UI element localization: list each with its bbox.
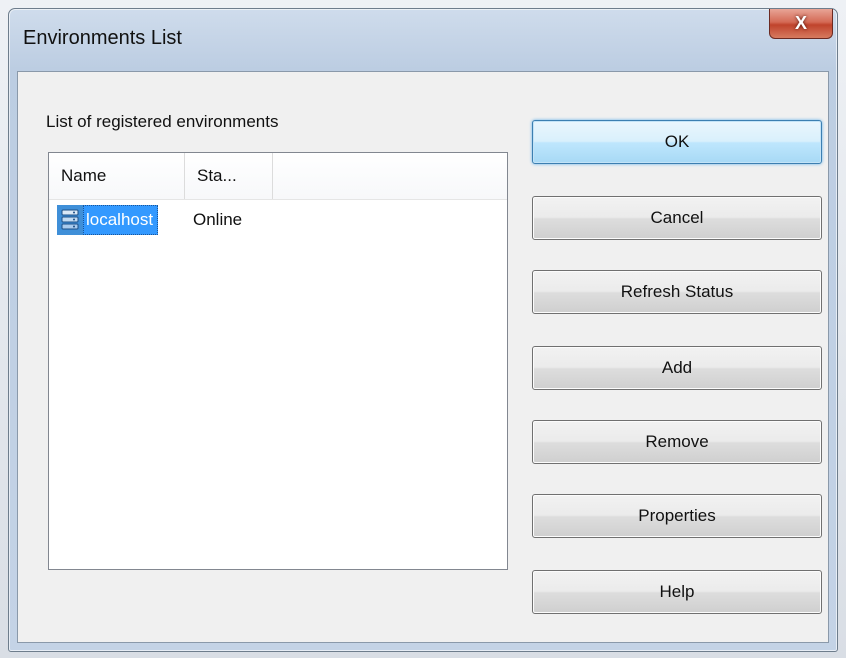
help-button[interactable]: Help [532, 570, 822, 614]
ok-button[interactable]: OK [532, 120, 822, 164]
window-title: Environments List [23, 27, 182, 49]
listview-header: Name Sta... [49, 153, 507, 200]
close-button[interactable]: X [769, 9, 833, 39]
remove-button[interactable]: Remove [532, 420, 822, 464]
environments-list-dialog: Environments List X List of registered e… [8, 8, 838, 652]
server-stack-icon [57, 205, 83, 235]
add-button[interactable]: Add [532, 346, 822, 390]
dialog-client-area: List of registered environments Name Sta… [17, 71, 829, 643]
column-header-filler [273, 153, 507, 199]
column-header-name[interactable]: Name [49, 153, 185, 199]
refresh-status-button[interactable]: Refresh Status [532, 270, 822, 314]
list-item[interactable]: localhost Online [57, 205, 242, 235]
column-header-status[interactable]: Sta... [185, 153, 273, 199]
environments-listview[interactable]: Name Sta... localhost Online [48, 152, 508, 570]
list-item-name: localhost [83, 205, 159, 235]
close-icon: X [794, 13, 807, 33]
list-item-name-cell[interactable]: localhost [57, 205, 187, 235]
title-bar[interactable]: Environments List X [9, 9, 837, 71]
list-caption: List of registered environments [46, 112, 279, 131]
desktop-background: Environments List X List of registered e… [0, 0, 846, 658]
cancel-button[interactable]: Cancel [532, 196, 822, 240]
properties-button[interactable]: Properties [532, 494, 822, 538]
list-item-status: Online [193, 210, 243, 229]
